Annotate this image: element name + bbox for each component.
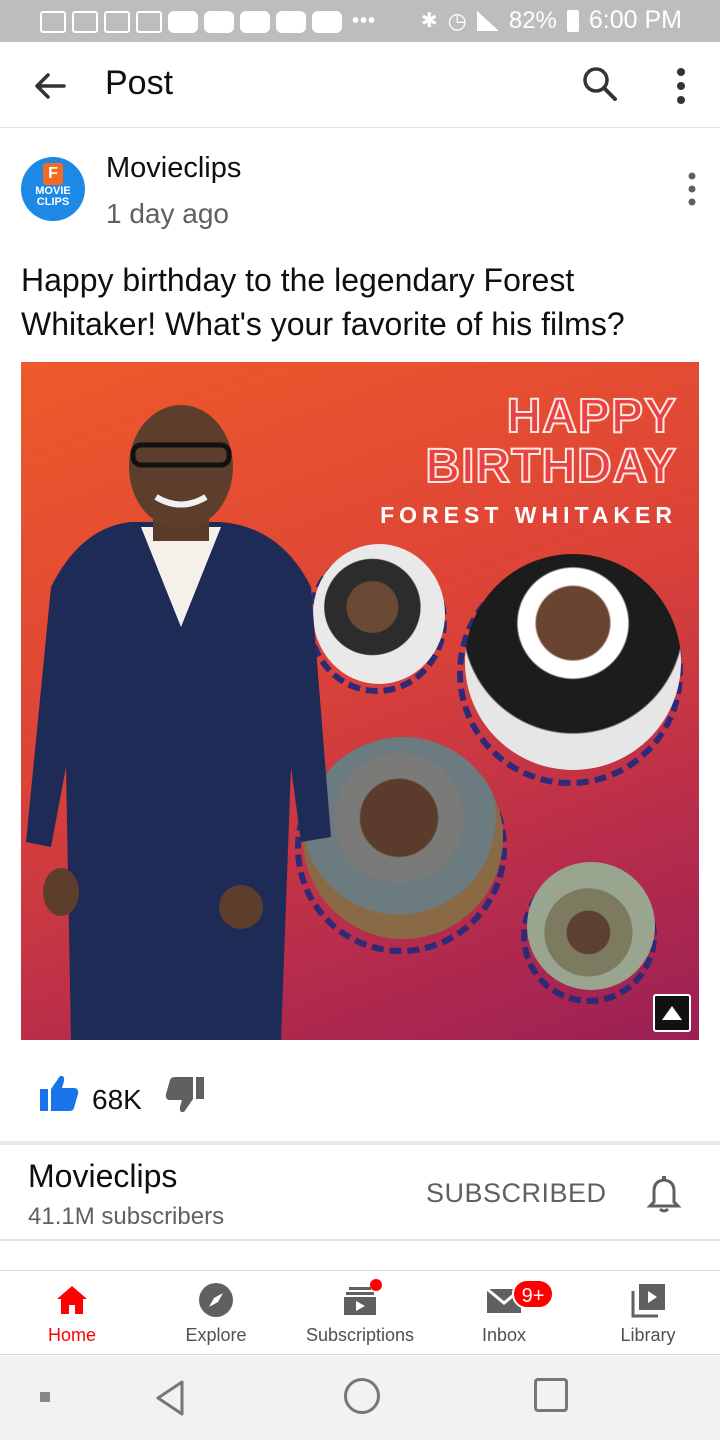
battery-icon — [566, 9, 579, 32]
new-content-dot — [370, 1279, 382, 1291]
nav-inbox[interactable]: 9+ Inbox — [432, 1271, 576, 1355]
bluetooth-icon: ✱ — [420, 10, 438, 32]
library-icon — [631, 1284, 665, 1318]
notification-bell-icon[interactable] — [646, 1174, 682, 1214]
system-home-icon[interactable] — [344, 1378, 380, 1414]
nav-label-explore: Explore — [185, 1325, 247, 1345]
channel-card-name[interactable]: Movieclips — [28, 1158, 177, 1195]
facebook-icon — [40, 10, 66, 33]
youtube-notification-icon — [312, 10, 342, 33]
actor-portrait — [26, 405, 331, 1040]
nav-label-inbox: Inbox — [481, 1325, 527, 1345]
app-bar: Post — [0, 42, 720, 128]
avatar-logo-letter: F — [43, 163, 63, 185]
home-icon — [57, 1286, 87, 1314]
avatar-logo-text: MOVIE CLIPS — [35, 185, 71, 208]
post-image[interactable]: HAPPY BIRTHDAY FOREST WHITAKER — [21, 362, 699, 1040]
nav-library[interactable]: Library — [576, 1271, 720, 1355]
battery-percent: 82% — [508, 6, 557, 34]
system-status: ✱ ◷ 82% 6:00 PM — [421, 6, 682, 35]
image-headline-line2: BIRTHDAY — [424, 440, 677, 493]
post-text: Happy birthday to the legendary Forest W… — [21, 262, 625, 342]
image-headline: HAPPY BIRTHDAY — [424, 390, 677, 493]
bottom-navigation: Home Explore Subscriptions 9+ Inbox Libr… — [0, 1271, 720, 1355]
divider — [0, 1239, 720, 1241]
post-timestamp: 1 day ago — [106, 198, 229, 229]
youtube-notification-icon — [168, 10, 198, 33]
nav-explore[interactable]: Explore — [144, 1271, 288, 1355]
youtube-notification-icon — [204, 10, 234, 33]
search-icon[interactable] — [580, 64, 620, 104]
mail-notification-icon — [104, 10, 130, 33]
post-menu-icon[interactable] — [680, 170, 704, 210]
system-recents-icon[interactable] — [534, 1378, 568, 1412]
system-back-icon[interactable] — [152, 1378, 188, 1418]
mail-notification-icon — [72, 10, 98, 33]
nav-subscriptions[interactable]: Subscriptions — [288, 1271, 432, 1355]
compass-icon — [199, 1283, 233, 1317]
notification-icons: ••• — [40, 10, 376, 33]
youtube-notification-icon — [240, 10, 270, 33]
signal-icon — [476, 10, 499, 31]
image-gallery-icon[interactable] — [653, 994, 691, 1032]
like-icon[interactable] — [38, 1073, 80, 1113]
film-still-photo — [465, 554, 681, 770]
nav-home[interactable]: Home — [0, 1271, 144, 1355]
subscriber-count: 41.1M subscribers — [28, 1203, 225, 1230]
image-subtitle: FOREST WHITAKER — [380, 502, 677, 528]
divider — [0, 1141, 720, 1145]
back-arrow-icon[interactable] — [28, 64, 72, 108]
more-notifications-icon: ••• — [352, 10, 377, 32]
film-still-photo — [527, 862, 655, 990]
inbox-badge: 9+ — [512, 1279, 554, 1309]
mail-notification-icon — [136, 10, 162, 33]
nav-label-home: Home — [47, 1325, 96, 1345]
nav-label-library: Library — [620, 1325, 676, 1345]
system-navigation-bar — [0, 1356, 720, 1440]
like-count: 68K — [92, 1084, 142, 1115]
alarm-icon: ◷ — [447, 7, 467, 33]
post-channel-name[interactable]: Movieclips — [106, 152, 241, 185]
system-menu-dot-icon[interactable] — [40, 1392, 50, 1402]
page-title: Post — [105, 64, 174, 102]
clock: 6:00 PM — [588, 6, 682, 34]
dislike-icon[interactable] — [164, 1075, 206, 1115]
nav-label-subscriptions: Subscriptions — [305, 1325, 415, 1345]
more-options-icon[interactable] — [664, 64, 698, 108]
status-bar: ••• ✱ ◷ 82% 6:00 PM — [0, 0, 720, 42]
channel-avatar[interactable]: F MOVIE CLIPS — [21, 157, 85, 221]
image-headline-line1: HAPPY — [506, 390, 677, 443]
youtube-notification-icon — [276, 10, 306, 33]
subscribed-button[interactable]: SUBSCRIBED — [426, 1178, 607, 1209]
